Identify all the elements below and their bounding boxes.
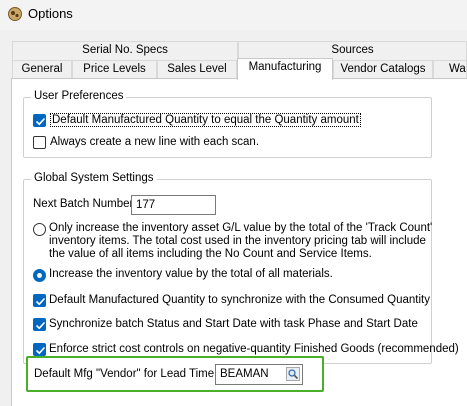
tab-serial-no-specs[interactable]: Serial No. Specs	[12, 41, 238, 60]
default-qty-label-row[interactable]: Default Manufactured Quantity to equal t…	[50, 113, 361, 127]
user-preferences-group: User Preferences	[23, 90, 432, 158]
strict-cost-label[interactable]: Enforce strict cost controls on negative…	[49, 343, 459, 355]
radio-all-materials-label[interactable]: Increase the inventory value by the tota…	[49, 268, 333, 280]
default-qty-label: Default Manufactured Quantity to equal t…	[50, 113, 361, 127]
checkmark-icon	[35, 346, 46, 355]
radio-only-line-1: Only increase the inventory asset G/L va…	[49, 222, 433, 234]
title-bar: Options	[0, 0, 467, 30]
radio-all-materials[interactable]	[33, 269, 46, 282]
tab-general[interactable]: General	[12, 60, 72, 79]
sync-consumed-label[interactable]: Default Manufactured Quantity to synchro…	[49, 294, 430, 306]
vendor-label: Default Mfg "Vendor" for Lead Time:	[34, 368, 218, 380]
sync-batch-checkbox[interactable]	[33, 318, 46, 331]
next-batch-label: Next Batch Number:	[33, 198, 137, 210]
tab-warehouse-partial[interactable]: Wa	[433, 60, 467, 79]
checkmark-icon	[35, 297, 46, 306]
next-batch-input[interactable]: 177	[131, 195, 216, 215]
tab-vendor-catalogs[interactable]: Vendor Catalogs	[333, 60, 433, 79]
checkmark-icon	[35, 117, 46, 126]
new-line-label[interactable]: Always create a new line with each scan.	[50, 136, 259, 148]
options-app-icon	[8, 7, 22, 21]
sync-consumed-checkbox[interactable]	[33, 294, 46, 307]
sync-batch-label[interactable]: Synchronize batch Status and Start Date …	[49, 318, 418, 330]
tab-sales-level[interactable]: Sales Level	[157, 60, 237, 79]
new-line-checkbox[interactable]	[33, 136, 46, 149]
window-title: Options	[28, 6, 73, 21]
search-icon	[288, 369, 299, 380]
tab-manufacturing[interactable]: Manufacturing	[237, 58, 333, 80]
radio-only-line-2: inventory items. The total cost used in …	[49, 235, 426, 247]
tab-price-levels[interactable]: Price Levels	[72, 60, 157, 79]
radio-only-line-3: the value of all items including the No …	[49, 248, 372, 260]
checkmark-icon	[35, 321, 46, 330]
user-preferences-title: User Preferences	[31, 90, 127, 102]
vendor-lookup-button[interactable]	[286, 367, 300, 381]
global-settings-title: Global System Settings	[31, 172, 157, 184]
radio-only-track-count-label[interactable]: Only increase the inventory asset G/L va…	[49, 222, 432, 261]
default-qty-checkbox[interactable]	[33, 114, 46, 127]
radio-only-track-count[interactable]	[33, 223, 46, 236]
strict-cost-checkbox[interactable]	[33, 343, 46, 356]
